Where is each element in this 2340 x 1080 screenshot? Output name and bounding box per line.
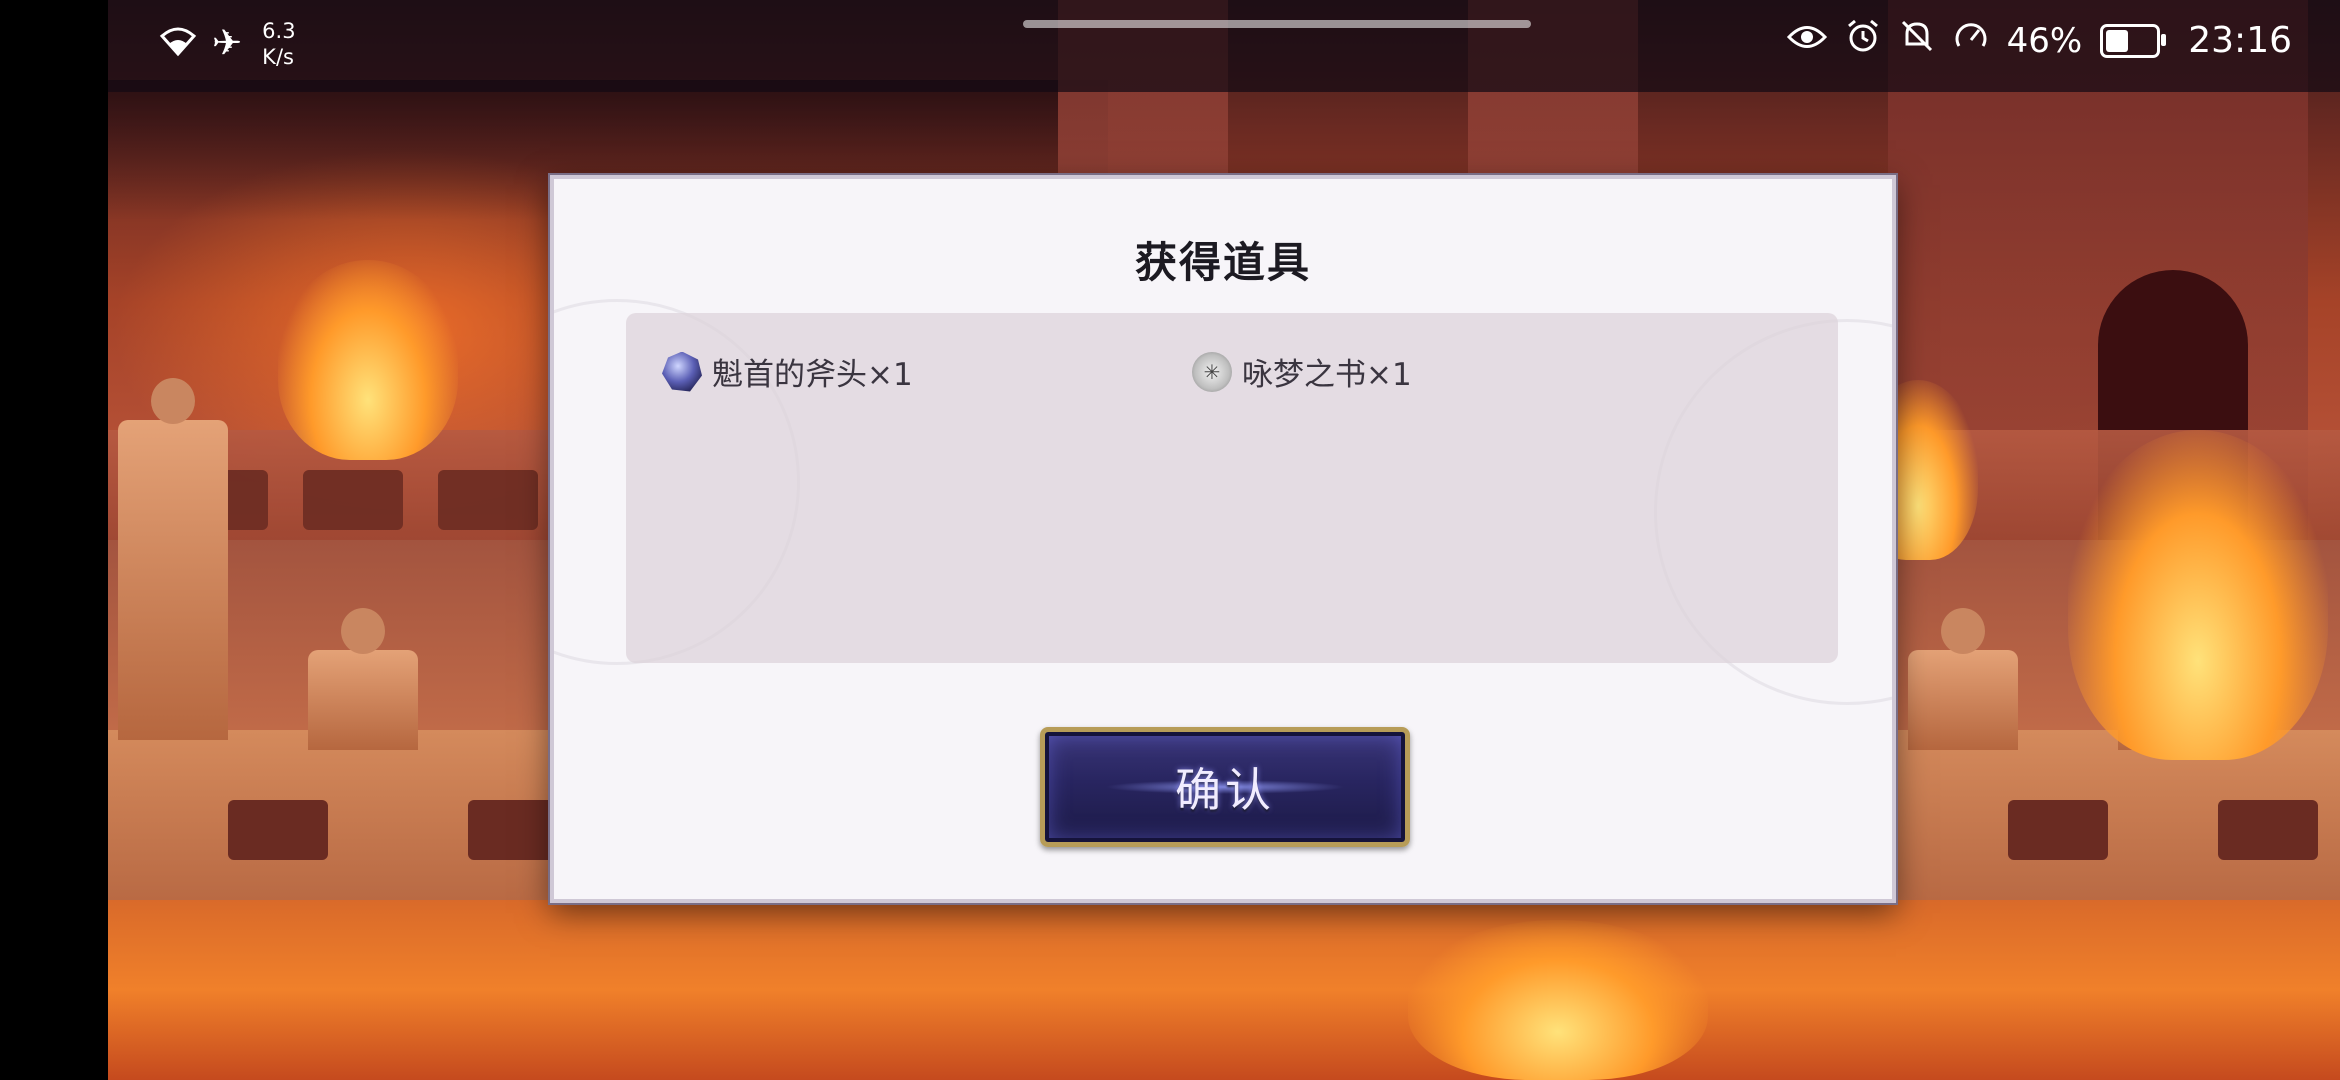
battery-fill: [2106, 29, 2129, 52]
fire-effect: [278, 260, 458, 460]
airplane-mode-icon: ✈: [212, 23, 243, 64]
burning-ground: [108, 900, 2340, 1080]
status-bar: ✈ 6.3 K/s 46% 23:16: [108, 0, 2340, 92]
clock: 23:16: [2188, 20, 2292, 61]
network-speed-unit: K/s: [262, 45, 294, 69]
battery-icon: [2100, 23, 2167, 58]
confirm-button[interactable]: 确认: [1040, 727, 1410, 847]
game-screen: ✈ 6.3 K/s 46% 23:16 获得道具 魁首的斧头×1 ✳ 咏梦之书×…: [0, 0, 2340, 1080]
wifi-icon: [158, 22, 198, 67]
reward-items-panel: 魁首的斧头×1 咏梦之书×1: [626, 313, 1838, 663]
railing-post: [118, 378, 228, 740]
railing-post: [1908, 608, 2018, 750]
reward-item-label: 咏梦之书×1: [1242, 357, 1412, 393]
speedometer-icon: [1953, 18, 1989, 63]
dialog-title: 获得道具: [1134, 238, 1311, 287]
status-bar-right: 46% 23:16: [1786, 18, 2292, 63]
railing-post: [308, 608, 418, 750]
reward-item-label: 魁首的斧头×1: [712, 357, 913, 393]
status-bar-left: ✈ 6.3 K/s: [158, 18, 296, 70]
left-black-bar: [0, 0, 108, 1080]
confirm-button-label: 确认: [1175, 763, 1275, 817]
alarm-icon: [1845, 18, 1881, 63]
network-speed: 6.3 K/s: [262, 18, 295, 70]
mute-icon: [1899, 18, 1935, 63]
fire-effect: [1408, 920, 1708, 1080]
reward-item-book: 咏梦之书×1: [1192, 349, 1412, 394]
battery-percent: 46%: [2006, 20, 2083, 61]
reward-item-axe: 魁首的斧头×1: [662, 349, 913, 394]
axe-icon: [662, 351, 702, 392]
item-reward-dialog: 获得道具 魁首的斧头×1 咏梦之书×1 确认: [550, 175, 1896, 903]
network-speed-value: 6.3: [262, 19, 296, 43]
book-icon: [1192, 351, 1232, 392]
gesture-handle[interactable]: [1023, 20, 1531, 28]
eye-comfort-icon: [1786, 21, 1827, 61]
fire-effect: [2068, 430, 2328, 760]
